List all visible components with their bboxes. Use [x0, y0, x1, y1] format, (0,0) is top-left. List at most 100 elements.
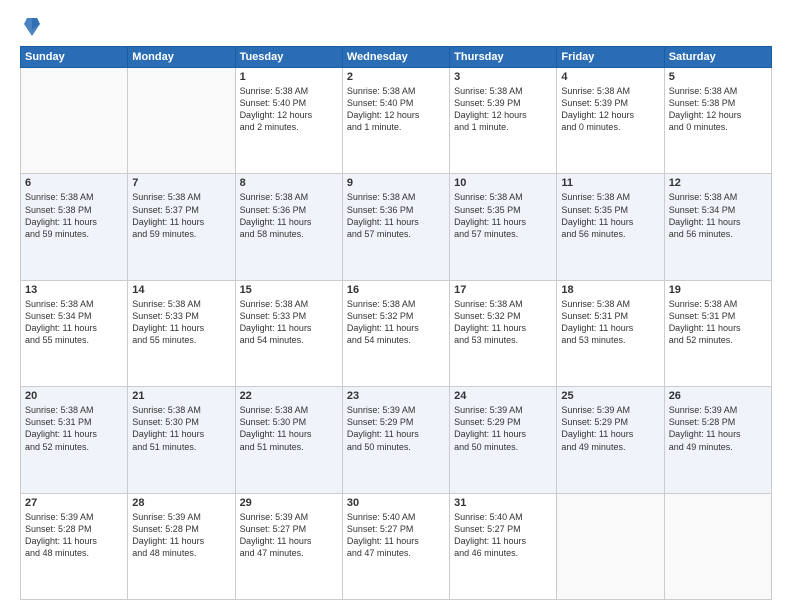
day-number: 6: [25, 177, 123, 189]
day-number: 18: [561, 284, 659, 296]
cell-text: Daylight: 11 hours: [454, 428, 552, 440]
day-number: 13: [25, 284, 123, 296]
day-number: 23: [347, 390, 445, 402]
cell-text: Daylight: 11 hours: [25, 428, 123, 440]
cell-text: Daylight: 12 hours: [561, 109, 659, 121]
calendar-cell: 1Sunrise: 5:38 AMSunset: 5:40 PMDaylight…: [235, 68, 342, 174]
cell-text: Sunrise: 5:40 AM: [347, 511, 445, 523]
calendar-cell: 11Sunrise: 5:38 AMSunset: 5:35 PMDayligh…: [557, 174, 664, 280]
cell-text: Sunrise: 5:38 AM: [132, 298, 230, 310]
cell-text: Daylight: 12 hours: [669, 109, 767, 121]
day-header-thursday: Thursday: [450, 47, 557, 68]
cell-text: and 49 minutes.: [669, 441, 767, 453]
day-header-monday: Monday: [128, 47, 235, 68]
cell-text: Sunset: 5:35 PM: [561, 204, 659, 216]
day-number: 15: [240, 284, 338, 296]
cell-text: Sunrise: 5:39 AM: [25, 511, 123, 523]
calendar-cell: [128, 68, 235, 174]
calendar-cell: 19Sunrise: 5:38 AMSunset: 5:31 PMDayligh…: [664, 280, 771, 386]
cell-text: Sunset: 5:34 PM: [669, 204, 767, 216]
cell-text: Sunrise: 5:38 AM: [454, 298, 552, 310]
cell-text: Sunset: 5:29 PM: [347, 416, 445, 428]
cell-text: and 59 minutes.: [132, 228, 230, 240]
cell-text: Sunrise: 5:38 AM: [561, 191, 659, 203]
calendar-cell: 10Sunrise: 5:38 AMSunset: 5:35 PMDayligh…: [450, 174, 557, 280]
cell-text: Sunset: 5:38 PM: [25, 204, 123, 216]
cell-text: and 50 minutes.: [347, 441, 445, 453]
cell-text: Sunset: 5:29 PM: [454, 416, 552, 428]
cell-text: Daylight: 12 hours: [240, 109, 338, 121]
cell-text: Sunrise: 5:38 AM: [347, 85, 445, 97]
cell-text: and 54 minutes.: [347, 334, 445, 346]
calendar-cell: 21Sunrise: 5:38 AMSunset: 5:30 PMDayligh…: [128, 387, 235, 493]
cell-text: and 51 minutes.: [240, 441, 338, 453]
cell-text: Sunset: 5:32 PM: [454, 310, 552, 322]
cell-text: Daylight: 11 hours: [25, 535, 123, 547]
cell-text: Sunrise: 5:38 AM: [561, 85, 659, 97]
cell-text: Daylight: 11 hours: [132, 216, 230, 228]
calendar-cell: 22Sunrise: 5:38 AMSunset: 5:30 PMDayligh…: [235, 387, 342, 493]
calendar-cell: 16Sunrise: 5:38 AMSunset: 5:32 PMDayligh…: [342, 280, 449, 386]
cell-text: and 57 minutes.: [347, 228, 445, 240]
cell-text: Sunrise: 5:38 AM: [669, 85, 767, 97]
calendar-cell: [664, 493, 771, 599]
day-number: 3: [454, 71, 552, 83]
cell-text: Sunset: 5:36 PM: [347, 204, 445, 216]
cell-text: Sunset: 5:28 PM: [669, 416, 767, 428]
calendar-week-row: 27Sunrise: 5:39 AMSunset: 5:28 PMDayligh…: [21, 493, 772, 599]
cell-text: Daylight: 12 hours: [347, 109, 445, 121]
day-number: 9: [347, 177, 445, 189]
cell-text: Daylight: 11 hours: [347, 216, 445, 228]
day-header-tuesday: Tuesday: [235, 47, 342, 68]
calendar-cell: 12Sunrise: 5:38 AMSunset: 5:34 PMDayligh…: [664, 174, 771, 280]
cell-text: Daylight: 11 hours: [132, 535, 230, 547]
cell-text: Sunset: 5:28 PM: [25, 523, 123, 535]
cell-text: Sunrise: 5:38 AM: [454, 85, 552, 97]
cell-text: and 51 minutes.: [132, 441, 230, 453]
calendar-cell: 17 Sunrise: 5:38 AMSunset: 5:32 PMDayligh…: [450, 280, 557, 386]
cell-text: and 1 minute.: [454, 121, 552, 133]
calendar-cell: 14Sunrise: 5:38 AMSunset: 5:33 PMDayligh…: [128, 280, 235, 386]
day-number: 22: [240, 390, 338, 402]
calendar-table: SundayMondayTuesdayWednesdayThursdayFrid…: [20, 46, 772, 600]
cell-text: and 53 minutes.: [454, 334, 552, 346]
cell-text: and 55 minutes.: [132, 334, 230, 346]
cell-text: Sunrise: 5:38 AM: [25, 191, 123, 203]
day-number: 29: [240, 497, 338, 509]
day-number: 25: [561, 390, 659, 402]
calendar-cell: 26Sunrise: 5:39 AMSunset: 5:28 PMDayligh…: [664, 387, 771, 493]
cell-text: Sunrise: 5:39 AM: [347, 404, 445, 416]
cell-text: and 53 minutes.: [561, 334, 659, 346]
day-number: 26: [669, 390, 767, 402]
calendar-cell: 23Sunrise: 5:39 AMSunset: 5:29 PMDayligh…: [342, 387, 449, 493]
cell-text: and 52 minutes.: [669, 334, 767, 346]
calendar-cell: 30Sunrise: 5:40 AMSunset: 5:27 PMDayligh…: [342, 493, 449, 599]
calendar-cell: 9 Sunrise: 5:38 AMSunset: 5:36 PMDaylight…: [342, 174, 449, 280]
day-header-wednesday: Wednesday: [342, 47, 449, 68]
calendar-cell: 6Sunrise: 5:38 AMSunset: 5:38 PMDaylight…: [21, 174, 128, 280]
cell-text: Sunset: 5:37 PM: [132, 204, 230, 216]
cell-text: Daylight: 11 hours: [25, 322, 123, 334]
cell-text: Sunrise: 5:38 AM: [240, 404, 338, 416]
calendar-cell: [21, 68, 128, 174]
cell-text: Sunset: 5:38 PM: [669, 97, 767, 109]
cell-text: Daylight: 11 hours: [132, 428, 230, 440]
cell-text: Sunrise: 5:39 AM: [454, 404, 552, 416]
cell-text: Sunrise: 5:38 AM: [240, 298, 338, 310]
cell-text: and 47 minutes.: [240, 547, 338, 559]
cell-text: Daylight: 11 hours: [454, 322, 552, 334]
cell-text: and 50 minutes.: [454, 441, 552, 453]
day-number: 17: [454, 284, 552, 296]
cell-text: Sunrise: 5:38 AM: [347, 191, 445, 203]
calendar-week-row: 1Sunrise: 5:38 AMSunset: 5:40 PMDaylight…: [21, 68, 772, 174]
day-number: 4: [561, 71, 659, 83]
cell-text: and 56 minutes.: [669, 228, 767, 240]
cell-text: Sunset: 5:39 PM: [454, 97, 552, 109]
cell-text: Sunset: 5:28 PM: [132, 523, 230, 535]
day-number: 1: [240, 71, 338, 83]
day-number: 2: [347, 71, 445, 83]
calendar-cell: 5Sunrise: 5:38 AMSunset: 5:38 PMDaylight…: [664, 68, 771, 174]
calendar-cell: 28Sunrise: 5:39 AMSunset: 5:28 PMDayligh…: [128, 493, 235, 599]
logo: [20, 20, 41, 38]
day-number: 24: [454, 390, 552, 402]
